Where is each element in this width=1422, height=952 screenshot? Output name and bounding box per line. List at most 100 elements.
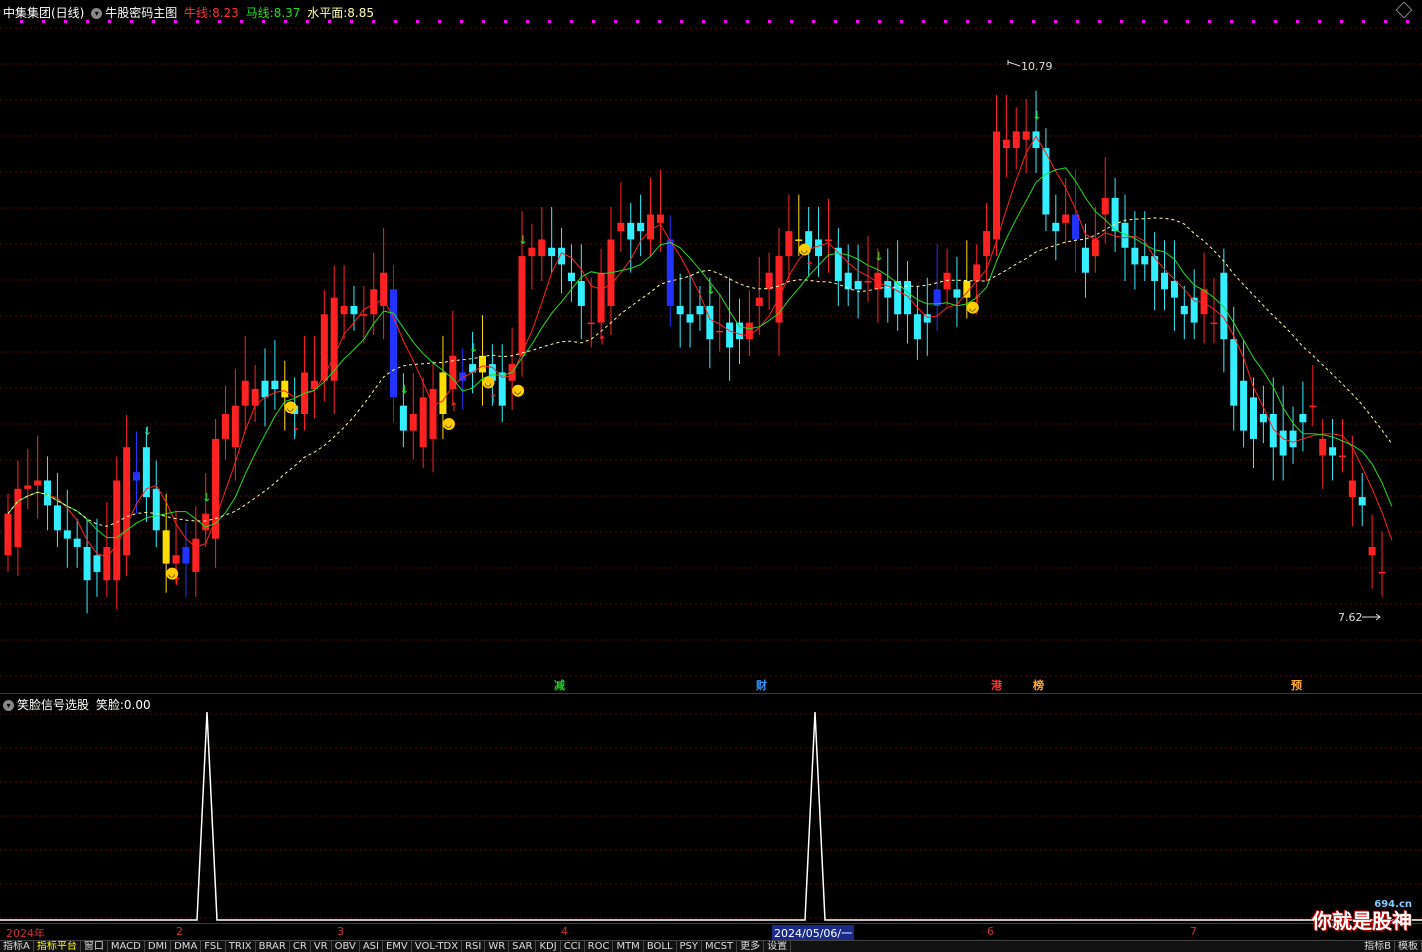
tab-20[interactable]: ROC: [585, 941, 614, 952]
tab-18[interactable]: KDJ: [536, 941, 561, 952]
tab-26[interactable]: 设置: [764, 941, 792, 952]
tab-1[interactable]: 指标平台: [34, 941, 81, 952]
marker-hk[interactable]: 港: [990, 679, 1003, 692]
candle-body: [1368, 546, 1376, 556]
tab-10[interactable]: VR: [311, 941, 332, 952]
smile-value: 0.00: [123, 698, 151, 712]
candle-body: [1299, 413, 1307, 423]
date-cursor[interactable]: 2024/05/06/一: [772, 925, 855, 941]
tab-11[interactable]: OBV: [332, 941, 360, 952]
candle-body: [953, 289, 961, 298]
tab-23[interactable]: PSY: [677, 941, 703, 952]
tab-0[interactable]: 指标A: [0, 941, 34, 952]
main-indicator-name[interactable]: 牛股密码主图: [105, 6, 177, 20]
top-dot: [922, 20, 925, 23]
candle-body: [271, 380, 279, 390]
top-dot: [988, 20, 991, 23]
candle-body: [1240, 380, 1248, 431]
candle-body: [152, 488, 160, 531]
top-dot: [658, 20, 661, 23]
tab-6[interactable]: FSL: [201, 941, 226, 952]
tab-13[interactable]: EMV: [383, 941, 412, 952]
tab-21[interactable]: MTM: [613, 941, 644, 952]
candle-body: [627, 222, 635, 240]
tab-24[interactable]: MCST: [702, 941, 738, 952]
candle-body: [1220, 272, 1228, 340]
tab-12[interactable]: ASI: [360, 941, 383, 952]
top-dot: [1230, 20, 1233, 23]
top-dot: [1098, 20, 1101, 23]
smile-indicator-chart[interactable]: [0, 694, 1422, 923]
candle-body: [1249, 397, 1257, 439]
candle-body: [567, 272, 575, 282]
marker-finance[interactable]: 财: [755, 679, 768, 692]
tab-right-0[interactable]: 指标B: [1361, 941, 1395, 952]
bull-line-value: 8.23: [212, 6, 239, 20]
candle-body: [340, 305, 348, 315]
tab-3[interactable]: MACD: [108, 941, 145, 952]
top-dot: [482, 20, 485, 23]
sub-indicator-toggle-icon[interactable]: ▾: [3, 700, 14, 711]
candle-body: [162, 530, 170, 564]
top-dot: [856, 20, 859, 23]
top-dot: [1384, 20, 1387, 23]
top-dot: [1318, 20, 1321, 23]
tab-16[interactable]: WR: [485, 941, 510, 952]
tab-25[interactable]: 更多: [737, 941, 765, 952]
candle-body: [1002, 139, 1010, 149]
tab-8[interactable]: BRAR: [256, 941, 290, 952]
smiley-face: ◡: [168, 570, 175, 579]
top-dot: [878, 20, 881, 23]
smiley-face: ◡: [969, 304, 976, 313]
price-chart[interactable]: ↑↑↑↑↑↑↑↓↓↓↓↓↓↓↓◡◡◡◡◡◡◡: [0, 0, 1422, 693]
candle-body: [992, 131, 1000, 240]
candle-body: [172, 555, 180, 564]
candle-body: [1279, 430, 1287, 456]
candle-body: [24, 485, 32, 489]
candle-body: [1161, 272, 1169, 290]
tab-22[interactable]: BOLL: [644, 941, 677, 952]
tab-19[interactable]: CCI: [561, 941, 585, 952]
candle-body: [844, 272, 852, 290]
candle-body: [1131, 247, 1139, 265]
top-dot: [702, 20, 705, 23]
candle-body: [1022, 131, 1030, 140]
candle-body: [63, 530, 71, 539]
tab-right-1[interactable]: 模板: [1395, 941, 1422, 952]
tab-17[interactable]: SAR: [509, 941, 537, 952]
top-dot: [966, 20, 969, 23]
candle-body: [1358, 497, 1366, 506]
indicator-toggle-icon[interactable]: ▾: [91, 8, 103, 19]
tab-15[interactable]: RSI: [462, 941, 486, 952]
smiley-face: ◡: [801, 245, 808, 254]
candle-body: [726, 322, 734, 348]
candle-body: [113, 480, 121, 581]
date-month-2: 2: [176, 925, 183, 938]
smiley-face: ◡: [287, 403, 294, 412]
candle-body: [716, 330, 724, 333]
candle-body: [1348, 480, 1356, 498]
date-month-4: 4: [561, 925, 568, 938]
up-arrow-signal: ↑: [805, 259, 815, 273]
tab-4[interactable]: DMI: [145, 941, 172, 952]
tab-7[interactable]: TRIX: [226, 941, 256, 952]
stock-name[interactable]: 中集集团(日线): [3, 6, 84, 20]
tab-2[interactable]: 窗口: [81, 941, 108, 952]
candle-body: [706, 305, 714, 340]
up-arrow-signal: ↑: [291, 425, 301, 439]
down-arrow-signal: ↓: [1032, 108, 1042, 122]
top-dot: [1142, 20, 1145, 23]
marker-reduce[interactable]: 减: [553, 679, 566, 692]
candle-body: [1012, 131, 1020, 149]
candle-body: [1141, 256, 1149, 265]
down-arrow-signal: ↓: [874, 250, 884, 264]
up-arrow-signal: ↑: [488, 392, 498, 406]
sub-indicator-name[interactable]: 笑脸信号选股: [17, 698, 89, 712]
top-dot: [636, 20, 639, 23]
marker-forecast[interactable]: 预: [1290, 679, 1303, 692]
tab-5[interactable]: DMA: [171, 941, 202, 952]
marker-rank[interactable]: 榜: [1032, 679, 1045, 692]
tab-9[interactable]: CR: [290, 941, 311, 952]
tab-14[interactable]: VOL-TDX: [412, 941, 463, 952]
candle-body: [192, 538, 200, 572]
